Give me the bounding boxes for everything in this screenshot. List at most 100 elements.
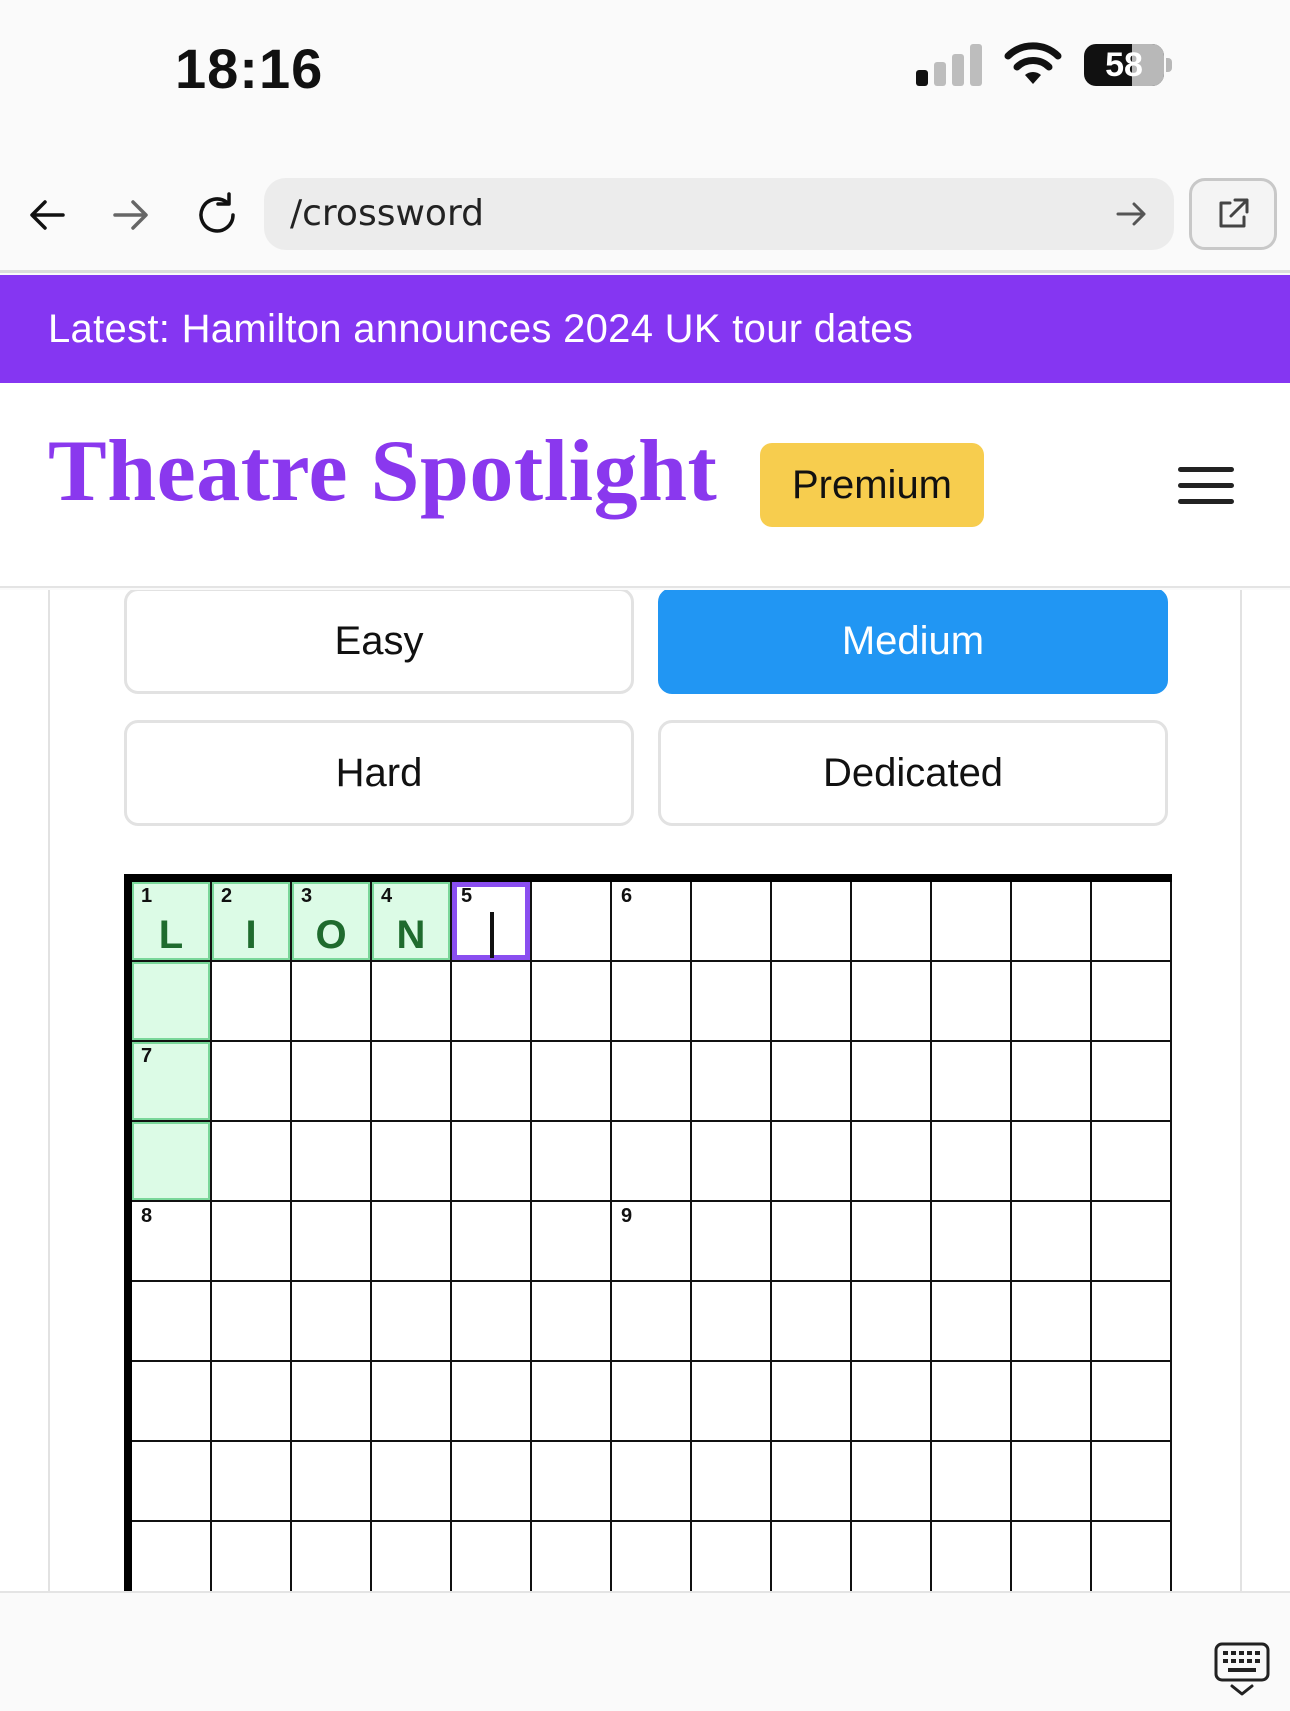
go-arrow-icon[interactable] bbox=[1110, 192, 1154, 236]
crossword-cell[interactable] bbox=[132, 1522, 212, 1591]
reload-button[interactable] bbox=[190, 188, 244, 242]
crossword-cell[interactable] bbox=[212, 1362, 292, 1442]
crossword-cell[interactable] bbox=[772, 1122, 852, 1202]
crossword-cell[interactable] bbox=[852, 1202, 932, 1282]
crossword-cell[interactable] bbox=[612, 1522, 692, 1591]
crossword-cell[interactable] bbox=[452, 962, 532, 1042]
crossword-cell[interactable] bbox=[132, 1442, 212, 1522]
crossword-cell[interactable] bbox=[772, 1362, 852, 1442]
difficulty-hard-button[interactable]: Hard bbox=[124, 720, 634, 826]
crossword-cell[interactable] bbox=[372, 962, 452, 1042]
crossword-cell[interactable] bbox=[852, 1122, 932, 1202]
crossword-cell[interactable] bbox=[452, 1282, 532, 1362]
crossword-cell[interactable] bbox=[692, 962, 772, 1042]
crossword-cell[interactable] bbox=[372, 1362, 452, 1442]
crossword-cell[interactable] bbox=[1092, 1122, 1172, 1202]
crossword-cell[interactable] bbox=[772, 962, 852, 1042]
crossword-cell[interactable] bbox=[932, 1522, 1012, 1591]
open-external-button[interactable] bbox=[1189, 178, 1277, 250]
crossword-cell[interactable] bbox=[932, 882, 1012, 962]
crossword-cell[interactable] bbox=[292, 962, 372, 1042]
crossword-cell[interactable] bbox=[772, 1282, 852, 1362]
crossword-cell[interactable]: 6 bbox=[612, 882, 692, 962]
crossword-cell[interactable] bbox=[372, 1122, 452, 1202]
url-field[interactable]: /crossword bbox=[264, 178, 1174, 250]
crossword-cell[interactable] bbox=[1012, 882, 1092, 962]
crossword-cell[interactable]: 5 bbox=[452, 882, 532, 962]
crossword-cell[interactable]: 3O bbox=[292, 882, 372, 962]
difficulty-dedicated-button[interactable]: Dedicated bbox=[658, 720, 1168, 826]
crossword-cell[interactable] bbox=[212, 962, 292, 1042]
crossword-cell[interactable] bbox=[692, 1202, 772, 1282]
crossword-cell[interactable] bbox=[532, 1202, 612, 1282]
crossword-cell[interactable] bbox=[612, 1042, 692, 1122]
crossword-cell[interactable] bbox=[452, 1122, 532, 1202]
crossword-cell[interactable] bbox=[372, 1202, 452, 1282]
crossword-cell[interactable]: 4N bbox=[372, 882, 452, 962]
crossword-cell[interactable] bbox=[292, 1442, 372, 1522]
crossword-cell[interactable] bbox=[932, 1122, 1012, 1202]
crossword-cell[interactable] bbox=[452, 1522, 532, 1591]
crossword-cell[interactable] bbox=[452, 1442, 532, 1522]
crossword-cell[interactable]: 7 bbox=[132, 1042, 212, 1122]
crossword-cell[interactable] bbox=[772, 1042, 852, 1122]
crossword-cell[interactable] bbox=[852, 1042, 932, 1122]
crossword-cell[interactable] bbox=[1012, 962, 1092, 1042]
crossword-cell[interactable] bbox=[852, 1362, 932, 1442]
crossword-cell[interactable] bbox=[132, 1122, 212, 1202]
crossword-cell[interactable] bbox=[532, 962, 612, 1042]
crossword-cell[interactable] bbox=[1012, 1442, 1092, 1522]
crossword-cell[interactable] bbox=[212, 1122, 292, 1202]
crossword-cell[interactable] bbox=[532, 1042, 612, 1122]
crossword-cell[interactable] bbox=[132, 1362, 212, 1442]
crossword-cell[interactable] bbox=[292, 1202, 372, 1282]
crossword-cell[interactable] bbox=[212, 1522, 292, 1591]
crossword-cell[interactable] bbox=[292, 1522, 372, 1591]
crossword-cell[interactable] bbox=[932, 1362, 1012, 1442]
crossword-cell[interactable]: 8 bbox=[132, 1202, 212, 1282]
crossword-cell[interactable] bbox=[532, 882, 612, 962]
crossword-cell[interactable] bbox=[532, 1522, 612, 1591]
crossword-cell[interactable] bbox=[612, 1282, 692, 1362]
crossword-cell[interactable] bbox=[1012, 1042, 1092, 1122]
crossword-cell[interactable]: 2I bbox=[212, 882, 292, 962]
crossword-cell[interactable] bbox=[692, 1362, 772, 1442]
crossword-cell[interactable] bbox=[212, 1442, 292, 1522]
crossword-cell[interactable] bbox=[852, 962, 932, 1042]
crossword-cell[interactable] bbox=[532, 1442, 612, 1522]
crossword-cell[interactable] bbox=[852, 1442, 932, 1522]
crossword-cell[interactable] bbox=[932, 1202, 1012, 1282]
crossword-cell[interactable] bbox=[212, 1202, 292, 1282]
crossword-cell[interactable] bbox=[932, 962, 1012, 1042]
crossword-cell[interactable] bbox=[692, 1522, 772, 1591]
crossword-cell[interactable] bbox=[1092, 1362, 1172, 1442]
news-banner[interactable]: Latest: Hamilton announces 2024 UK tour … bbox=[0, 275, 1290, 383]
crossword-cell[interactable] bbox=[852, 882, 932, 962]
crossword-cell[interactable] bbox=[212, 1282, 292, 1362]
crossword-cell[interactable] bbox=[1092, 1042, 1172, 1122]
crossword-cell[interactable] bbox=[1092, 1282, 1172, 1362]
crossword-cell[interactable] bbox=[692, 1442, 772, 1522]
crossword-cell[interactable] bbox=[692, 1282, 772, 1362]
crossword-cell[interactable] bbox=[1092, 882, 1172, 962]
crossword-cell[interactable] bbox=[932, 1282, 1012, 1362]
crossword-cell[interactable] bbox=[772, 882, 852, 962]
crossword-cell[interactable] bbox=[1012, 1202, 1092, 1282]
crossword-cell[interactable] bbox=[292, 1042, 372, 1122]
site-title[interactable]: Theatre Spotlight bbox=[48, 421, 717, 522]
crossword-cell[interactable] bbox=[292, 1122, 372, 1202]
crossword-cell[interactable] bbox=[1012, 1282, 1092, 1362]
crossword-cell[interactable] bbox=[612, 1362, 692, 1442]
difficulty-easy-button[interactable]: Easy bbox=[124, 590, 634, 694]
crossword-cell[interactable]: 9 bbox=[612, 1202, 692, 1282]
crossword-cell[interactable] bbox=[1092, 962, 1172, 1042]
crossword-cell[interactable] bbox=[372, 1042, 452, 1122]
crossword-cell[interactable]: 1L bbox=[132, 882, 212, 962]
crossword-cell[interactable] bbox=[372, 1282, 452, 1362]
crossword-cell[interactable] bbox=[292, 1282, 372, 1362]
crossword-cell[interactable] bbox=[212, 1042, 292, 1122]
hamburger-menu-icon[interactable] bbox=[1176, 443, 1236, 527]
crossword-cell[interactable] bbox=[452, 1202, 532, 1282]
crossword-cell[interactable] bbox=[1092, 1522, 1172, 1591]
crossword-cell[interactable] bbox=[772, 1522, 852, 1591]
